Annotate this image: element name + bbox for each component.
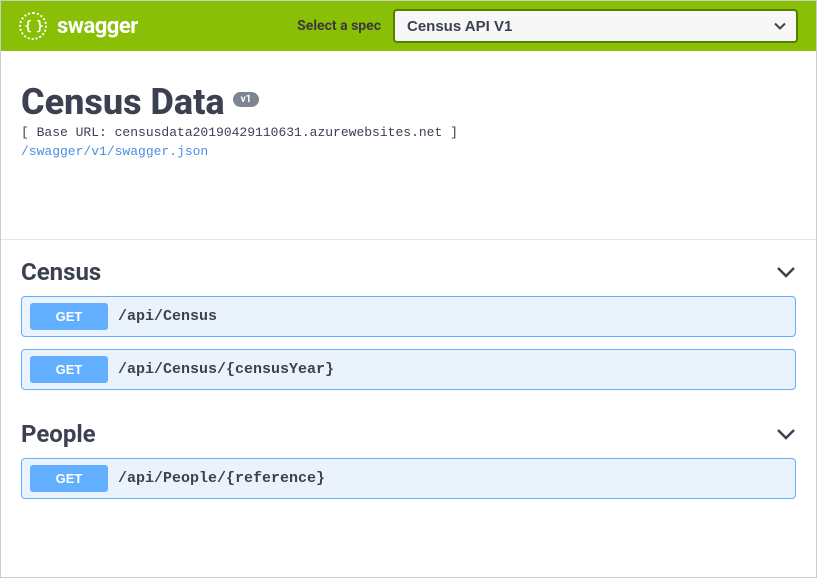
base-url: [ Base URL: censusdata20190429110631.azu… (21, 125, 796, 140)
api-info: Census Data v1 [ Base URL: censusdata201… (1, 51, 816, 199)
version-badge: v1 (233, 92, 260, 107)
spec-selector-label: Select a spec (297, 18, 381, 34)
method-badge-get: GET (30, 465, 108, 492)
operation-row[interactable]: GET /api/Census (21, 296, 796, 337)
topbar: { } swagger Select a spec Census API V1 (1, 1, 816, 51)
operation-row[interactable]: GET /api/People/{reference} (21, 458, 796, 499)
method-badge-get: GET (30, 303, 108, 330)
swagger-logo: { } swagger (19, 12, 138, 40)
operation-path: /api/Census (118, 308, 217, 325)
swagger-json-link[interactable]: /swagger/v1/swagger.json (21, 144, 208, 159)
operation-path: /api/People/{reference} (118, 470, 325, 487)
tag-name: People (21, 420, 776, 448)
operation-row[interactable]: GET /api/Census/{censusYear} (21, 349, 796, 390)
operations-list: Census GET /api/Census GET /api/Census/{… (1, 239, 816, 499)
method-badge-get: GET (30, 356, 108, 383)
spec-selector-wrap: Census API V1 (393, 9, 798, 43)
swagger-logo-text: swagger (57, 14, 138, 39)
spec-selector[interactable]: Census API V1 (393, 9, 798, 43)
chevron-down-icon (776, 428, 796, 440)
api-title: Census Data (21, 81, 225, 123)
tag-name: Census (21, 258, 776, 286)
operation-path: /api/Census/{censusYear} (118, 361, 334, 378)
tag-census[interactable]: Census (21, 240, 796, 296)
swagger-logo-icon: { } (19, 12, 47, 40)
tag-people[interactable]: People (21, 402, 796, 458)
chevron-down-icon (776, 266, 796, 278)
